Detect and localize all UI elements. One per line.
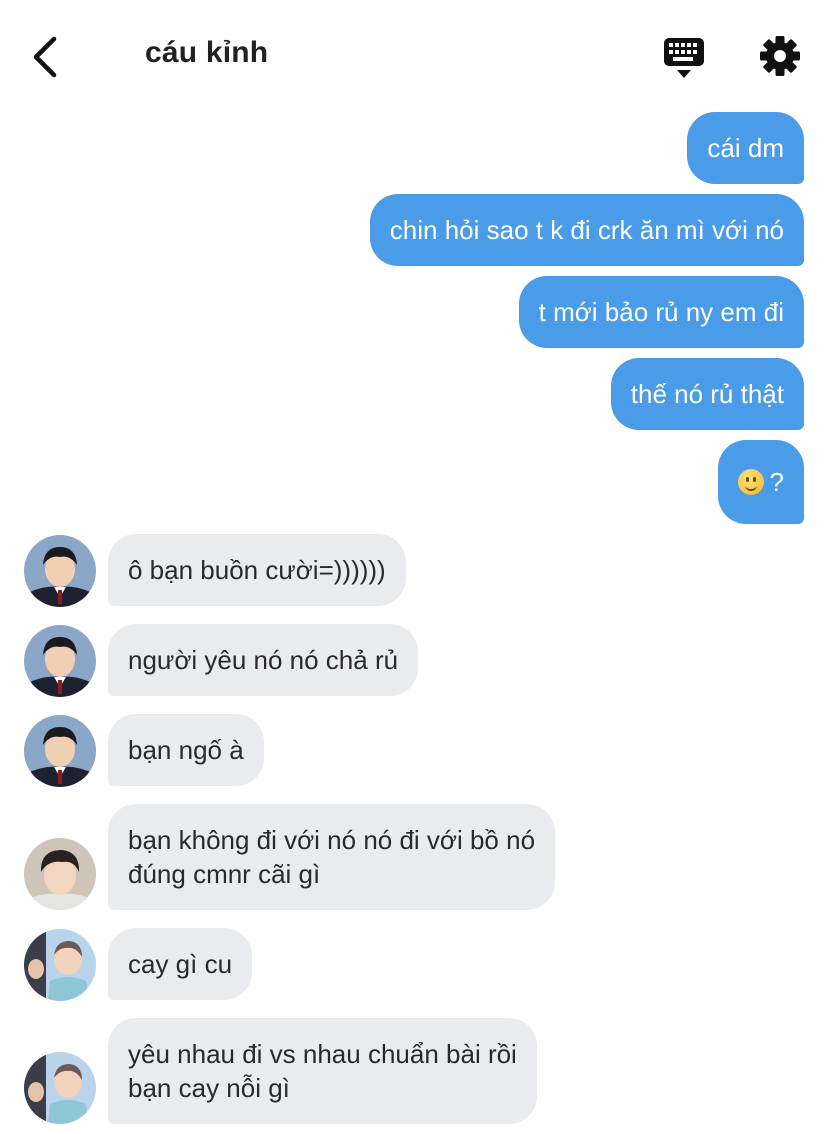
settings-button[interactable] [758,34,802,78]
outgoing-message[interactable]: cái dm [687,112,804,184]
back-button[interactable] [28,34,62,80]
outgoing-message[interactable]: t mới bảo rủ ny em đi [518,276,804,348]
message-text: yêu nhau đi vs nhau chuẩn bài rồi bạn ca… [128,1039,517,1103]
message-text: người yêu nó nó chả rủ [128,645,399,675]
outgoing-message[interactable]: ? [717,440,804,524]
avatar-image [24,715,96,787]
avatar[interactable] [24,838,96,910]
incoming-message[interactable]: người yêu nó nó chả rủ [108,624,419,696]
chat-title: cáu kỉnh [145,36,269,69]
outgoing-message[interactable]: chin hỏi sao t k đi crk ăn mì với nó [369,194,804,266]
message-text: bạn không đi với nó nó đi với bồ nó đúng… [128,825,536,889]
incoming-message[interactable]: yêu nhau đi vs nhau chuẩn bài rồi bạn ca… [108,1018,537,1124]
smiling-face-icon [737,469,764,495]
avatar[interactable] [24,715,96,787]
message-text: cay gì cu [128,949,233,979]
chevron-left-icon [33,36,57,78]
avatar-image [24,625,96,697]
keyboard-button[interactable] [660,36,708,80]
chat-header: cáu kỉnh [0,0,828,108]
message-text: t mới bảo rủ ny em đi [538,297,784,327]
avatar[interactable] [24,625,96,697]
incoming-message[interactable]: bạn không đi với nó nó đi với bồ nó đúng… [108,804,556,910]
avatar[interactable] [24,929,96,1001]
message-text: ? [769,467,784,497]
outgoing-message[interactable]: thế nó rủ thật [610,358,804,430]
avatar-image [24,929,96,1001]
avatar-image [24,535,96,607]
incoming-message[interactable]: ô bạn buồn cười=)))))) [108,534,406,606]
gear-icon [760,36,800,76]
incoming-message[interactable]: cay gì cu [108,928,253,1000]
avatar[interactable] [24,1052,96,1124]
message-text: cái dm [707,133,784,163]
message-text: ô bạn buồn cười=)))))) [128,555,386,585]
avatar[interactable] [24,535,96,607]
incoming-message[interactable]: bạn ngố à [108,714,264,786]
message-text: thế nó rủ thật [630,379,784,409]
keyboard-icon [664,38,704,78]
message-text: chin hỏi sao t k đi crk ăn mì với nó [389,215,784,245]
avatar-image [24,1052,96,1124]
message-text: bạn ngố à [128,735,244,765]
avatar-image [24,838,96,910]
